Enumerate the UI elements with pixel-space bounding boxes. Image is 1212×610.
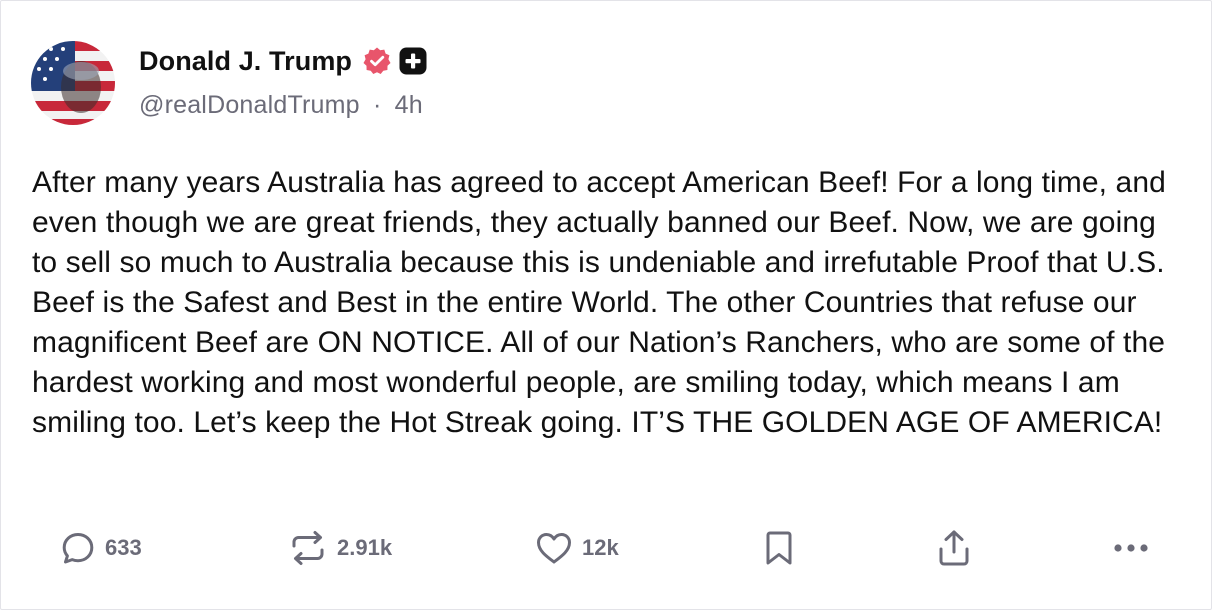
post-header: Donald J. Trump @realDonaldTrump · 4h bbox=[31, 41, 428, 127]
share-icon bbox=[935, 528, 973, 568]
post-actions: 633 2.91k 12k bbox=[1, 521, 1212, 575]
retruth-count: 2.91k bbox=[337, 535, 393, 560]
avatar-image bbox=[31, 41, 115, 125]
retruth-button[interactable]: 2.91k bbox=[287, 521, 392, 575]
heart-icon bbox=[534, 529, 574, 567]
like-count: 12k bbox=[582, 535, 619, 560]
author-handle[interactable]: @realDonaldTrump bbox=[139, 91, 360, 119]
author-info: Donald J. Trump @realDonaldTrump · 4h bbox=[139, 41, 428, 120]
plus-badge-icon bbox=[398, 46, 428, 76]
handle-row: @realDonaldTrump · 4h bbox=[139, 91, 428, 120]
bookmark-icon bbox=[761, 528, 797, 568]
handle-separator: · bbox=[372, 91, 382, 119]
retruth-icon bbox=[287, 529, 329, 567]
reply-count: 633 bbox=[105, 535, 142, 560]
post-text: After many years Australia has agreed to… bbox=[32, 166, 1166, 439]
reply-icon bbox=[59, 529, 97, 567]
share-button[interactable] bbox=[935, 521, 973, 575]
post-card: Donald J. Trump @realDonaldTrump · 4h Af… bbox=[0, 0, 1212, 610]
author-display-name[interactable]: Donald J. Trump bbox=[139, 46, 352, 77]
verified-badge-icon bbox=[362, 46, 392, 76]
avatar[interactable] bbox=[31, 41, 115, 125]
like-button[interactable]: 12k bbox=[534, 521, 619, 575]
reply-button[interactable]: 633 bbox=[59, 521, 142, 575]
post-timestamp[interactable]: 4h bbox=[395, 91, 423, 119]
name-row: Donald J. Trump bbox=[139, 43, 428, 79]
more-icon bbox=[1111, 538, 1151, 558]
bookmark-button[interactable] bbox=[761, 521, 797, 575]
more-button[interactable] bbox=[1111, 521, 1151, 575]
